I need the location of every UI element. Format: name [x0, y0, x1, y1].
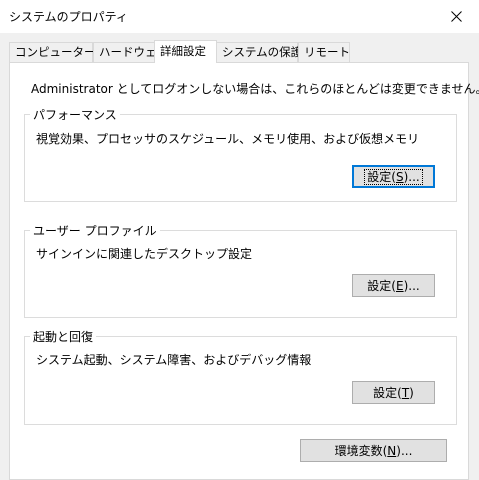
environment-variables-button[interactable]: 環境変数(N)...: [300, 439, 447, 462]
tab-remote[interactable]: リモート: [298, 42, 350, 62]
title-bar: システムのプロパティ: [0, 0, 479, 33]
user-profile-group: ユーザー プロファイル サインインに関連したデスクトップ設定 設定(E)...: [24, 222, 457, 318]
admin-notice: Administrator としてログオンしない場合は、これらのほとんどは変更で…: [31, 82, 479, 96]
startup-recovery-description: システム起動、システム障害、およびデバッグ情報: [36, 353, 312, 367]
window-title: システムのプロパティ: [9, 10, 128, 24]
user-profile-description: サインインに関連したデスクトップ設定: [36, 247, 253, 261]
button-label: 設定(E)...: [367, 279, 420, 293]
close-button[interactable]: [433, 0, 479, 33]
button-label: 設定(S)...: [364, 168, 423, 185]
performance-settings-button[interactable]: 設定(S)...: [352, 165, 435, 188]
tab-label: システムの保護: [222, 45, 303, 59]
performance-description: 視覚効果、プロセッサのスケジュール、メモリ使用、および仮想メモリ: [36, 132, 420, 146]
user-profile-title: ユーザー プロファイル: [30, 222, 160, 239]
startup-recovery-title: 起動と回復: [30, 328, 97, 345]
close-icon: [450, 11, 462, 22]
tab-hardware[interactable]: ハードウェア: [93, 42, 168, 62]
tab-label: 詳細設定: [160, 44, 206, 58]
tab-label: リモート: [304, 45, 350, 59]
user-profile-settings-button[interactable]: 設定(E)...: [352, 274, 435, 297]
performance-group: パフォーマンス 視覚効果、プロセッサのスケジュール、メモリ使用、および仮想メモリ…: [24, 106, 457, 202]
tab-system-protection[interactable]: システムの保護: [216, 42, 302, 62]
performance-title: パフォーマンス: [30, 106, 120, 123]
tab-advanced[interactable]: 詳細設定: [154, 40, 217, 63]
startup-recovery-settings-button[interactable]: 設定(T): [352, 381, 435, 404]
startup-recovery-group: 起動と回復 システム起動、システム障害、およびデバッグ情報 設定(T): [24, 328, 457, 425]
button-label: 設定(T): [373, 386, 414, 400]
advanced-panel: Administrator としてログオンしない場合は、これらのほとんどは変更で…: [9, 62, 479, 480]
button-label: 環境変数(N)...: [334, 444, 413, 458]
tab-computer-name[interactable]: コンピューター名: [9, 42, 107, 62]
